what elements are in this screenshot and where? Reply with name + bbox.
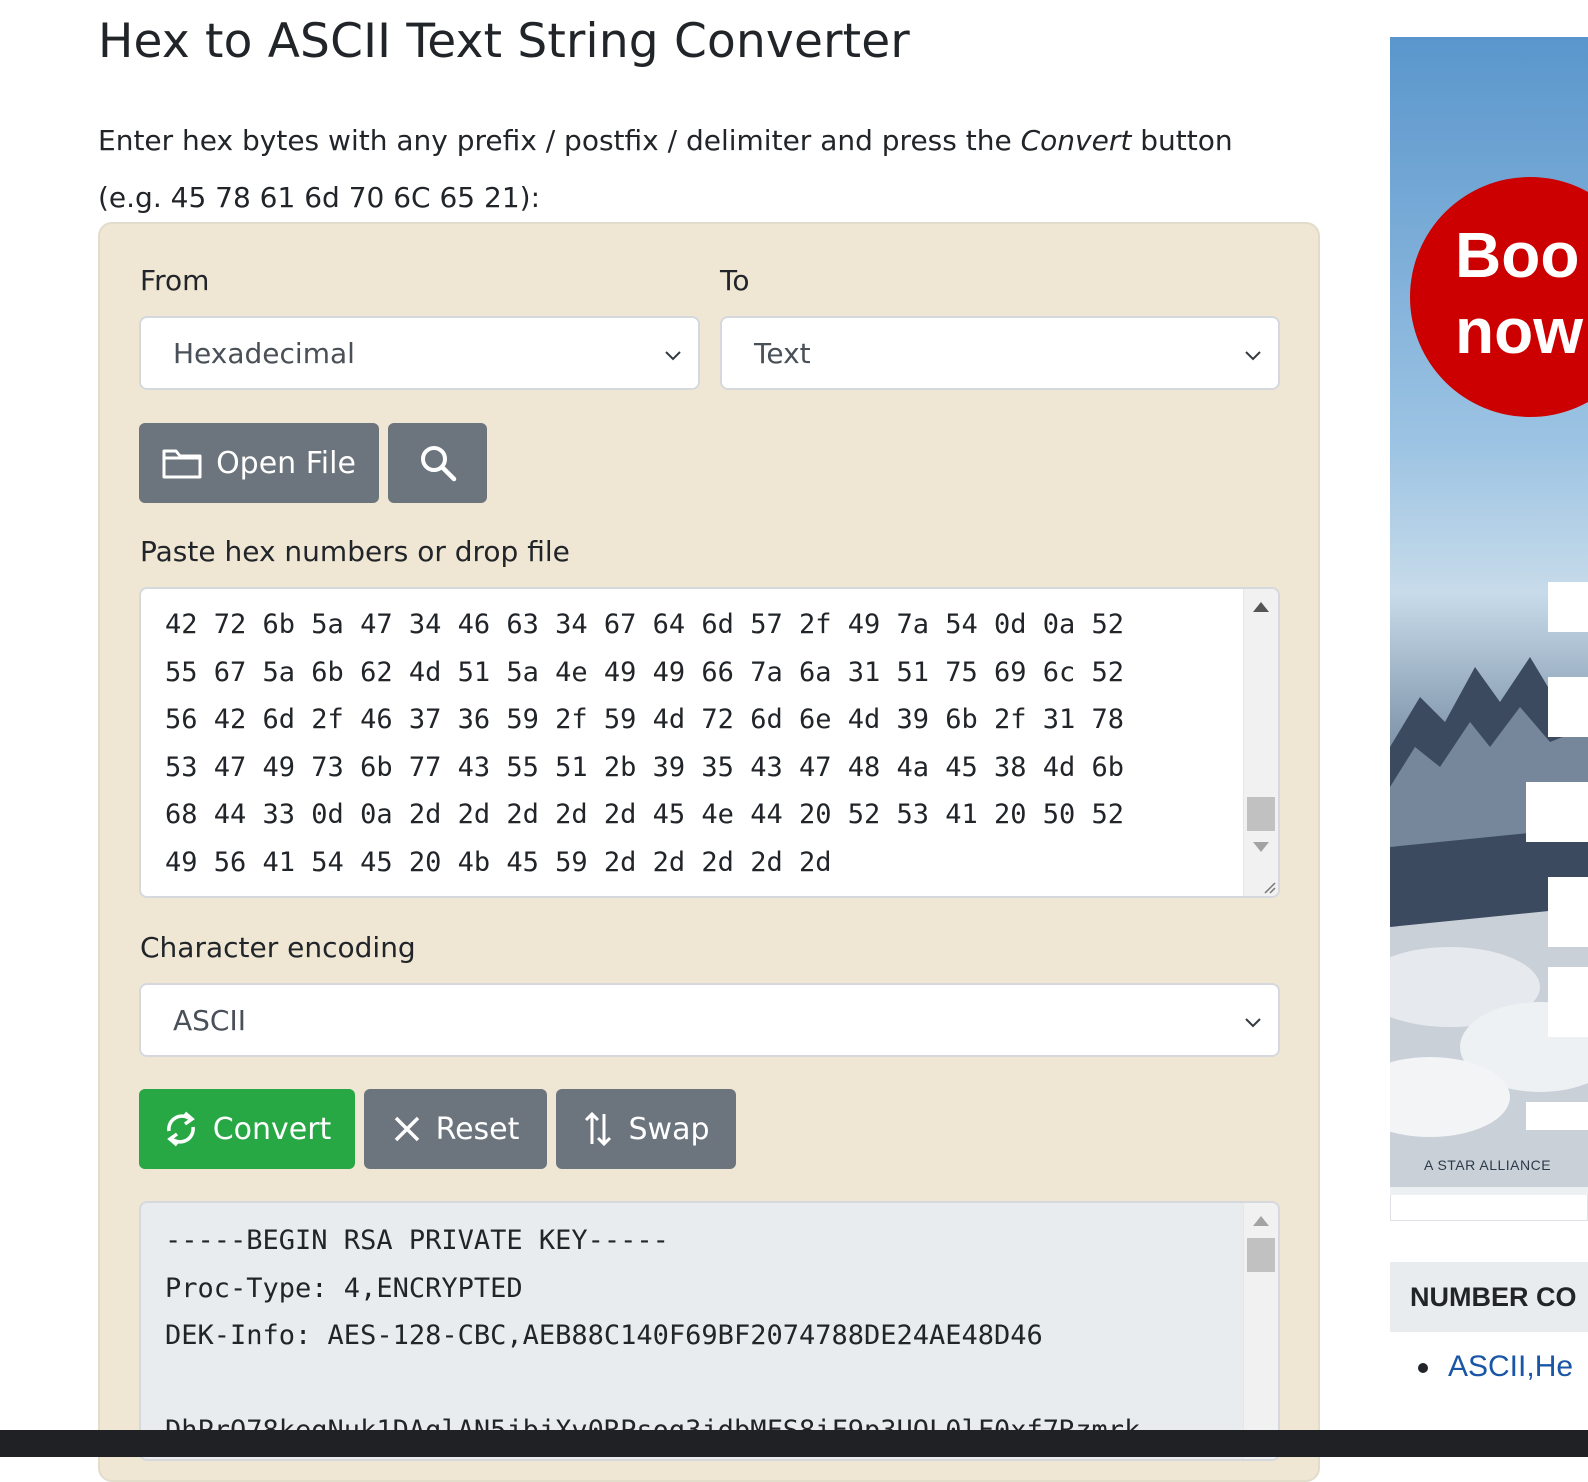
intro-prefix: Enter hex bytes with any prefix / postfi…	[98, 124, 1021, 157]
ad-letter-fragment	[1548, 877, 1588, 947]
input-line: 53 47 49 73 6b 77 43 55 51 2b 39 35 43 4…	[165, 751, 1125, 783]
input-line: 55 67 5a 6b 62 4d 51 5a 4e 49 49 66 7a 6…	[165, 656, 1125, 688]
input-label: Paste hex numbers or drop file	[140, 535, 570, 568]
intro-text: Enter hex bytes with any prefix / postfi…	[98, 112, 1298, 226]
to-label: To	[720, 264, 750, 297]
scroll-down-arrow-icon[interactable]	[1253, 842, 1269, 852]
input-line: 56 42 6d 2f 46 37 36 59 2f 59 4d 72 6d 6…	[165, 704, 1125, 735]
resize-handle-icon[interactable]	[1260, 878, 1276, 894]
ad-letter-fragment	[1548, 677, 1588, 737]
hex-input-text: 42 72 6b 5a 47 34 46 63 34 67 64 6d 57 2…	[165, 601, 1124, 886]
convert-button[interactable]: Convert	[139, 1089, 355, 1169]
output-line: -----BEGIN RSA PRIVATE KEY-----	[165, 1225, 669, 1256]
reset-button[interactable]: Reset	[364, 1089, 547, 1169]
encoding-select-value: ASCII	[173, 1003, 246, 1037]
scroll-up-arrow-icon[interactable]	[1253, 602, 1269, 612]
intro-suffix: button	[1131, 124, 1233, 157]
output-line: Proc-Type: 4,ENCRYPTED	[165, 1272, 523, 1304]
ad-letter-fragment	[1548, 967, 1588, 1037]
swap-arrows-icon	[585, 1111, 612, 1147]
folder-icon	[162, 449, 202, 479]
swap-label: Swap	[628, 1111, 710, 1147]
intro-convert-emphasis: Convert	[1020, 124, 1132, 157]
hex-input-textarea[interactable]: 42 72 6b 5a 47 34 46 63 34 67 64 6d 57 2…	[139, 587, 1280, 898]
open-file-button[interactable]: Open File	[139, 423, 379, 503]
convert-label: Convert	[212, 1111, 332, 1147]
chevron-down-icon	[665, 351, 681, 361]
input-line: 49 56 41 54 45 20 4b 45 59 2d 2d 2d 2d 2…	[165, 846, 832, 878]
input-line: 42 72 6b 5a 47 34 46 63 34 67 64 6d 57 2…	[165, 609, 1125, 640]
from-select[interactable]: Hexadecimal	[139, 316, 700, 390]
bullet-icon	[1418, 1363, 1428, 1374]
to-select-value: Text	[754, 336, 811, 370]
from-label: From	[140, 264, 210, 297]
chevron-down-icon	[1245, 351, 1261, 361]
text-output-textarea[interactable]: -----BEGIN RSA PRIVATE KEY----- Proc-Type…	[139, 1201, 1280, 1461]
refresh-icon	[166, 1111, 195, 1147]
bottom-taskbar-strip	[0, 1430, 1588, 1457]
input-scroll-thumb[interactable]	[1247, 797, 1275, 831]
search-icon	[420, 446, 456, 482]
text-output-text: -----BEGIN RSA PRIVATE KEY----- Proc-Type…	[165, 1217, 1140, 1455]
input-line: 68 44 33 0d 0a 2d 2d 2d 2d 2d 45 4e 44 2…	[165, 799, 1125, 830]
output-scrollbar[interactable]	[1243, 1203, 1278, 1459]
ad-circle-line2: now	[1455, 295, 1583, 367]
scroll-up-arrow-icon[interactable]	[1253, 1216, 1269, 1226]
from-select-value: Hexadecimal	[173, 336, 355, 370]
chevron-down-icon	[1245, 1018, 1261, 1028]
reset-label: Reset	[435, 1111, 520, 1147]
page-title: Hex to ASCII Text String Converter	[98, 14, 910, 69]
to-select[interactable]: Text	[720, 316, 1280, 390]
encoding-select[interactable]: ASCII	[139, 983, 1280, 1057]
advertisement-banner[interactable]: Boo now A STAR ALLIANCE	[1390, 37, 1588, 1195]
search-button[interactable]	[388, 423, 487, 503]
close-icon	[394, 1116, 419, 1142]
sidebar-section-header: NUMBER CO	[1390, 1262, 1588, 1332]
intro-example: (e.g. 45 78 61 6d 70 6C 65 21):	[98, 181, 541, 214]
ad-letter-fragment	[1548, 582, 1588, 632]
ad-circle-line1: Boo	[1455, 219, 1580, 291]
ad-footer-text: A STAR ALLIANCE	[1424, 1157, 1552, 1173]
ad-letter-fragment	[1526, 1102, 1588, 1130]
input-scrollbar[interactable]	[1243, 589, 1278, 896]
open-file-label: Open File	[216, 445, 356, 481]
encoding-label: Character encoding	[140, 931, 416, 964]
swap-button[interactable]: Swap	[556, 1089, 736, 1169]
output-line: DEK-Info: AES-128-CBC,AEB88C140F69BF2074…	[165, 1320, 1043, 1351]
output-scroll-thumb[interactable]	[1247, 1238, 1275, 1272]
sidebar-link-label[interactable]: ASCII,He	[1448, 1350, 1573, 1383]
ad-letter-fragment	[1526, 782, 1588, 842]
sidebar-link[interactable]: ASCII,He	[1418, 1350, 1573, 1384]
ad-circle-text: Boo now	[1455, 217, 1583, 369]
ad-frame	[1390, 1195, 1588, 1221]
